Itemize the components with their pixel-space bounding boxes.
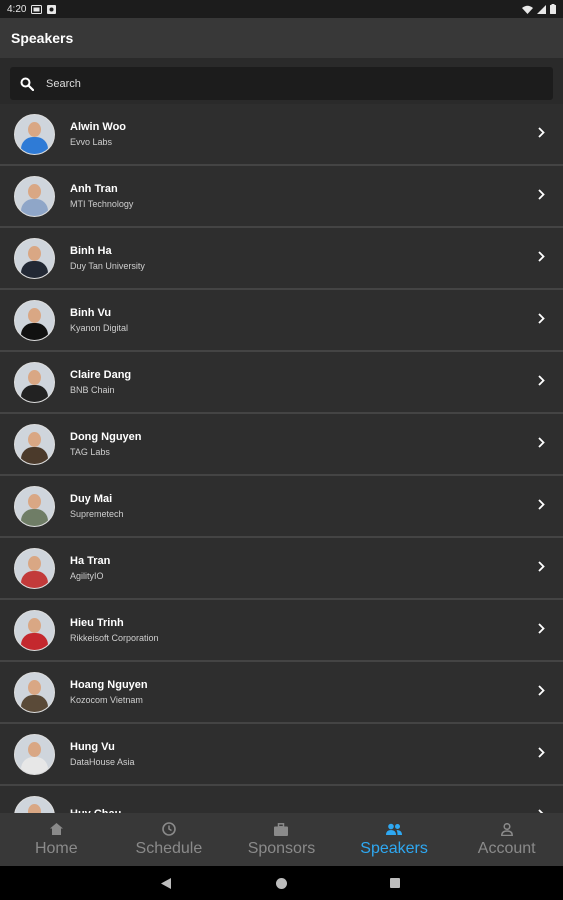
speaker-avatar — [14, 113, 55, 155]
nav-item-sponsors[interactable]: Sponsors — [225, 813, 338, 866]
wifi-icon — [522, 5, 533, 14]
speaker-name: Hoang Nguyen — [70, 679, 148, 691]
speaker-avatar — [14, 237, 55, 279]
speaker-avatar — [14, 423, 55, 465]
chevron-right-icon — [538, 623, 545, 634]
speaker-name: Alwin Woo — [70, 121, 127, 133]
speaker-name: Hung Vu — [70, 741, 115, 753]
chevron-right-icon — [538, 685, 545, 696]
status-bar: 4:20 — [0, 0, 563, 18]
nav-label: Schedule — [135, 839, 203, 857]
speaker-company: MTI Technology — [70, 199, 134, 209]
speaker-company: TAG Labs — [70, 447, 110, 457]
speaker-avatar — [14, 361, 55, 403]
speaker-list-item[interactable]: Hung Vu DataHouse Asia — [0, 724, 563, 786]
app-bar: Speakers — [0, 18, 563, 58]
speaker-name: Claire Dang — [70, 369, 132, 381]
speaker-company: Duy Tan University — [70, 261, 145, 271]
chevron-right-icon — [538, 313, 545, 324]
recents-icon[interactable] — [390, 878, 400, 888]
speaker-name: Duy Mai — [70, 493, 113, 505]
home-icon — [49, 822, 63, 837]
speaker-avatar — [14, 609, 55, 651]
speaker-avatar — [14, 485, 55, 527]
speaker-list-item[interactable]: Binh Ha Duy Tan University — [0, 228, 563, 290]
chevron-right-icon — [538, 127, 545, 138]
notification-icon — [31, 4, 43, 14]
speaker-avatar — [14, 547, 55, 589]
nav-label: Account — [477, 839, 536, 857]
back-icon[interactable] — [161, 878, 171, 889]
speaker-name: Ha Tran — [70, 555, 111, 567]
status-time: 4:20 — [7, 3, 27, 15]
nav-item-home[interactable]: Home — [0, 813, 113, 866]
search-bar[interactable] — [10, 67, 553, 100]
speaker-list-item[interactable]: Hoang Nguyen Kozocom Vietnam — [0, 662, 563, 724]
speaker-list-item[interactable]: Ha Tran AgilityIO — [0, 538, 563, 600]
app-notification-icon — [47, 4, 57, 14]
speaker-name: Binh Vu — [70, 307, 112, 319]
speaker-list-item[interactable]: Binh Vu Kyanon Digital — [0, 290, 563, 352]
chevron-right-icon — [538, 499, 545, 510]
speaker-list-item[interactable]: Duy Mai Supremetech — [0, 476, 563, 538]
speaker-list-item[interactable]: Huy Chau — [0, 786, 563, 813]
speaker-name: Anh Tran — [70, 183, 118, 195]
battery-icon — [550, 4, 556, 14]
speaker-name: Binh Ha — [70, 245, 112, 257]
speaker-list-item[interactable]: Claire Dang BNB Chain — [0, 352, 563, 414]
nav-item-account[interactable]: Account — [450, 813, 563, 866]
chevron-right-icon — [538, 375, 545, 386]
home-button-icon[interactable] — [276, 878, 287, 889]
page-title: Speakers — [11, 30, 74, 46]
chevron-right-icon — [538, 251, 545, 262]
speaker-company: AgilityIO — [70, 571, 104, 581]
chevron-right-icon — [538, 747, 545, 758]
search-icon — [20, 77, 34, 91]
speaker-list[interactable]: Alwin Woo Evvo Labs Anh Tran MTI Technology… — [0, 104, 563, 813]
speaker-list-item[interactable]: Dong Nguyen TAG Labs — [0, 414, 563, 476]
speaker-list-item[interactable]: Alwin Woo Evvo Labs — [0, 104, 563, 166]
nav-label: Speakers — [360, 839, 428, 857]
speaker-company: Kyanon Digital — [70, 323, 129, 333]
speaker-company: DataHouse Asia — [70, 757, 135, 767]
speaker-avatar — [14, 733, 55, 775]
chevron-right-icon — [538, 437, 545, 448]
speaker-list-item[interactable]: Hieu Trinh Rikkeisoft Corporation — [0, 600, 563, 662]
person-icon — [500, 822, 513, 837]
nav-item-speakers[interactable]: Speakers — [338, 813, 451, 866]
speaker-avatar — [14, 299, 55, 341]
speaker-company: BNB Chain — [70, 385, 115, 395]
speaker-company: Supremetech — [70, 509, 124, 519]
speaker-avatar — [14, 671, 55, 713]
people-icon — [386, 822, 403, 837]
signal-icon — [537, 4, 546, 14]
speaker-name: Hieu Trinh — [70, 617, 124, 629]
chevron-right-icon — [538, 189, 545, 200]
speaker-company: Evvo Labs — [70, 137, 113, 147]
briefcase-icon — [274, 822, 289, 837]
speaker-company: Kozocom Vietnam — [70, 695, 143, 705]
nav-label: Home — [34, 839, 78, 857]
speaker-avatar — [14, 175, 55, 217]
nav-item-schedule[interactable]: Schedule — [113, 813, 226, 866]
chevron-right-icon — [538, 561, 545, 572]
speaker-name: Dong Nguyen — [70, 431, 142, 443]
system-navigation-bar — [0, 866, 563, 900]
search-input[interactable] — [44, 76, 528, 91]
clock-icon — [162, 822, 176, 837]
nav-label: Sponsors — [247, 839, 316, 857]
bottom-navigation: Home Schedule Sponsors Speakers Account — [0, 813, 563, 866]
speaker-avatar — [14, 795, 55, 813]
speaker-company: Rikkeisoft Corporation — [70, 633, 159, 643]
speaker-list-item[interactable]: Anh Tran MTI Technology — [0, 166, 563, 228]
